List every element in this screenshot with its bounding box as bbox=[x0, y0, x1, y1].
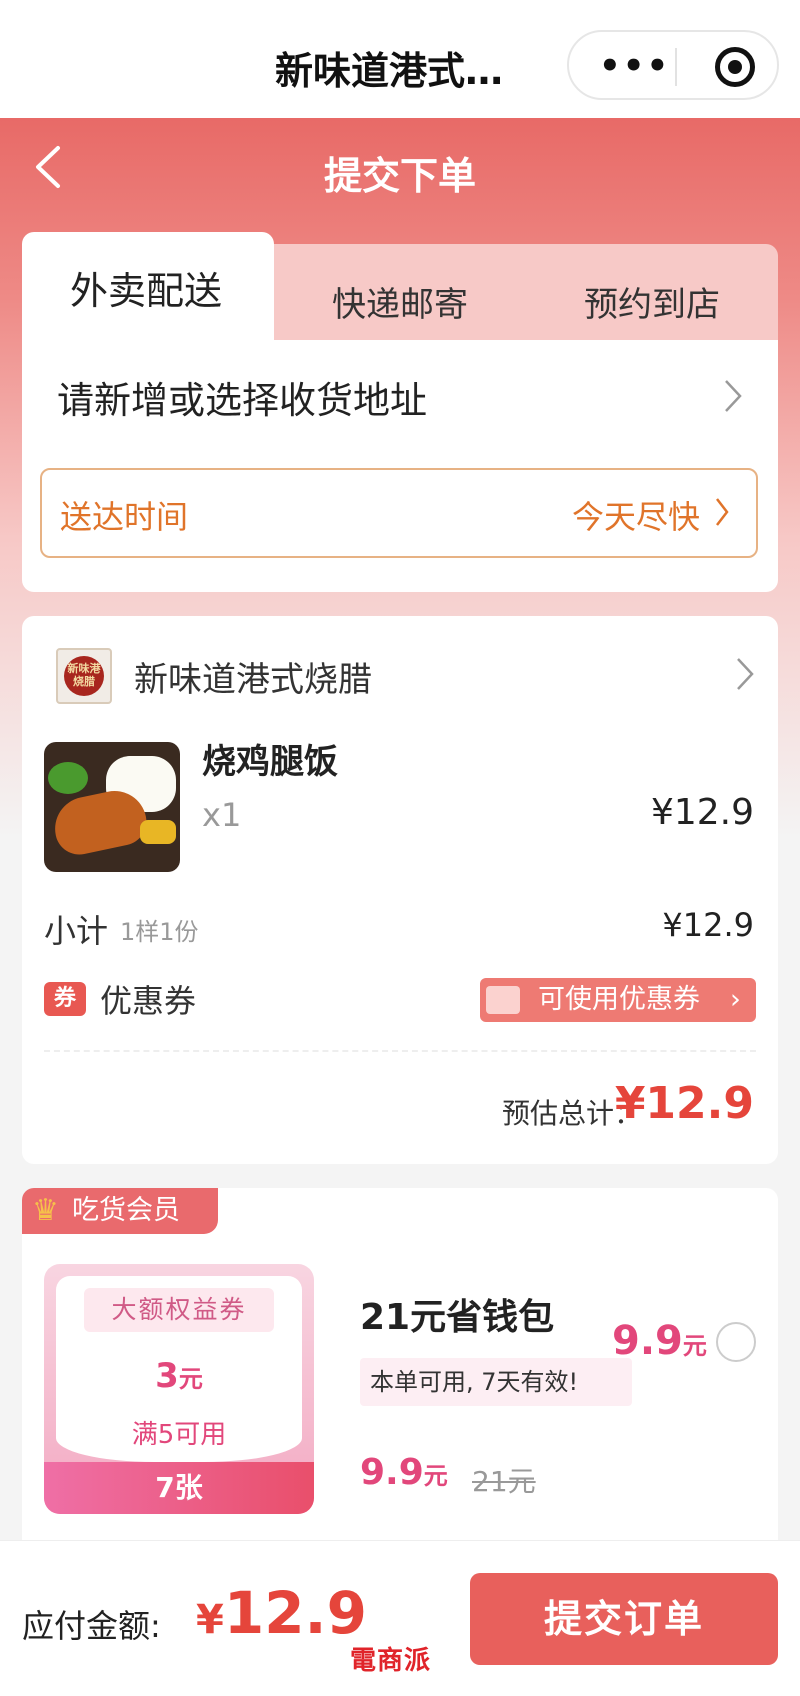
capsule-menu: ••• bbox=[567, 30, 779, 100]
delivery-time-value: 今天尽快 bbox=[571, 498, 700, 536]
shop-logo-text: 新味港 烧腊 bbox=[64, 656, 104, 696]
address-selector[interactable]: 请新增或选择收货地址 bbox=[57, 370, 427, 424]
page-title: 提交下单 bbox=[323, 154, 476, 198]
package-original-price: 21元 bbox=[472, 1465, 536, 1498]
chevron-right-icon bbox=[722, 378, 744, 414]
voucher-amount-row: 3元 bbox=[56, 1356, 302, 1396]
tab-delivery[interactable]: 外卖配送 bbox=[22, 232, 274, 342]
package-note: 本单可用, 7天有效! bbox=[360, 1358, 632, 1406]
tab-express[interactable]: 快递邮寄 bbox=[332, 277, 468, 326]
package-now-unit: 元 bbox=[423, 1462, 448, 1490]
food-price: ¥12.9 bbox=[650, 792, 754, 833]
tab-delivery-label: 外卖配送 bbox=[70, 269, 223, 313]
package-title: 21元省钱包 bbox=[360, 1297, 555, 1338]
shop-name[interactable]: 新味道港式烧腊 bbox=[134, 652, 372, 701]
voucher-card: 大额权益券 3元 满5可用 7张 bbox=[44, 1264, 314, 1514]
close-miniprogram-icon[interactable] bbox=[715, 47, 755, 87]
tab-reserve[interactable]: 预约到店 bbox=[584, 277, 720, 326]
coupon-label: 优惠券 bbox=[100, 982, 197, 1020]
voucher-unit: 元 bbox=[178, 1365, 203, 1393]
food-image-corn bbox=[140, 820, 176, 844]
capsule-divider bbox=[675, 48, 677, 86]
miniprogram-title-bar: 新味道港式… ••• bbox=[0, 0, 800, 118]
chevron-right-icon[interactable] bbox=[734, 656, 756, 692]
food-quantity: x1 bbox=[202, 796, 242, 834]
chevron-right-icon: › bbox=[730, 984, 741, 1015]
subtotal-value: ¥12.9 bbox=[662, 906, 754, 944]
delivery-body: 请新增或选择收货地址 送达时间 今天尽快 bbox=[22, 340, 778, 592]
food-name: 烧鸡腿饭 bbox=[202, 742, 338, 782]
more-icon[interactable]: ••• bbox=[599, 46, 670, 86]
package-now-row: 9.9元 bbox=[360, 1452, 448, 1493]
pay-symbol: ¥ bbox=[196, 1597, 224, 1643]
pay-amount-row: ¥12.9 bbox=[196, 1579, 367, 1647]
member-tag: ♛ 吃货会员 bbox=[22, 1188, 218, 1234]
chevron-right-icon bbox=[714, 496, 730, 528]
ticket-icon bbox=[486, 986, 520, 1014]
voucher-paper: 大额权益券 3元 满5可用 bbox=[56, 1276, 302, 1462]
delivery-time-selector[interactable]: 送达时间 今天尽快 bbox=[40, 468, 758, 558]
delivery-card: 外卖配送 快递邮寄 预约到店 请新增或选择收货地址 送达时间 今天尽快 bbox=[22, 232, 778, 592]
divider bbox=[44, 1050, 756, 1052]
food-image-vegetable bbox=[48, 762, 88, 794]
voucher-amount: 3 bbox=[155, 1356, 179, 1396]
pay-label: 应付金额: bbox=[22, 1607, 161, 1645]
voucher-condition: 满5可用 bbox=[131, 1420, 227, 1450]
use-coupon-label: 可使用优惠券 bbox=[538, 984, 700, 1015]
use-coupon-button[interactable]: 可使用优惠券 › bbox=[480, 978, 756, 1022]
package-select-radio[interactable] bbox=[716, 1322, 756, 1362]
member-tag-label: 吃货会员 bbox=[72, 1195, 180, 1226]
submit-order-button[interactable]: 提交订单 bbox=[470, 1573, 778, 1665]
miniprogram-title: 新味道港式… bbox=[275, 49, 504, 93]
voucher-count: 7张 bbox=[44, 1462, 314, 1514]
subtotal-label: 小计 bbox=[44, 912, 109, 950]
member-card: ♛ 吃货会员 大额权益券 3元 满5可用 7张 21元省钱包 9.9元 本单可用… bbox=[22, 1188, 778, 1556]
watermark: 電商派 bbox=[350, 1646, 432, 1676]
package-price-unit: 元 bbox=[682, 1332, 707, 1360]
shop-logo: 新味港 烧腊 bbox=[56, 648, 112, 704]
food-image bbox=[44, 742, 180, 872]
subtotal-count: 1样1份 bbox=[120, 918, 199, 946]
estimate-value: ¥12.9 bbox=[614, 1078, 754, 1129]
voucher-header: 大额权益券 bbox=[84, 1288, 274, 1332]
package-now-price: 9.9 bbox=[360, 1452, 424, 1493]
delivery-time-label: 送达时间 bbox=[60, 498, 189, 536]
crown-icon: ♛ bbox=[32, 1193, 59, 1228]
pay-amount: 12.9 bbox=[223, 1579, 367, 1647]
coupon-icon: 券 bbox=[44, 982, 86, 1016]
order-card: 新味港 烧腊 新味道港式烧腊 烧鸡腿饭 x1 ¥12.9 小计 1样1份 ¥12.… bbox=[22, 616, 778, 1164]
